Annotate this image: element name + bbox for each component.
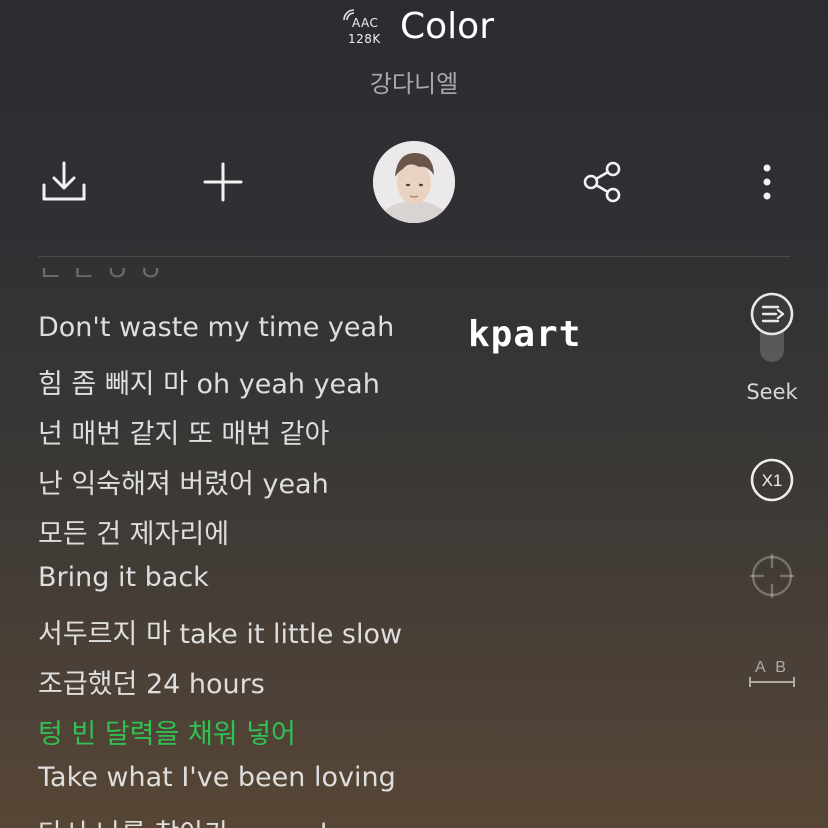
target-lock-button[interactable]: [740, 544, 804, 608]
toolbar-divider: [38, 256, 790, 257]
speed-icon: X1: [750, 458, 794, 502]
add-to-playlist-button[interactable]: [181, 140, 265, 224]
more-vertical-icon: [763, 164, 771, 200]
lyric-line[interactable]: 난 익숙해져 버렸어 yeah: [38, 462, 329, 501]
share-button[interactable]: [560, 140, 644, 224]
playback-speed-button[interactable]: X1: [740, 448, 804, 512]
lyric-line[interactable]: 조급했던 24 hours: [38, 662, 265, 701]
codec-label: AAC: [352, 16, 379, 30]
lyric-line[interactable]: 힘 좀 빼지 마 oh yeah yeah: [38, 362, 380, 401]
lyric-line-current[interactable]: 텅 빈 달력을 채워 넣어: [38, 712, 296, 751]
ab-repeat-icon: A B: [749, 659, 795, 687]
download-button[interactable]: [22, 140, 106, 224]
lyric-line[interactable]: 다시 나를 찾아가 my color: [38, 812, 355, 828]
seek-toggle-button[interactable]: [740, 292, 804, 362]
player-header: AAC 128K Color 강다니엘: [0, 0, 828, 110]
crosshair-icon: [749, 553, 795, 599]
lyric-line[interactable]: Take what I've been loving: [38, 762, 396, 793]
lyric-line[interactable]: 넌 매번 같지 또 매번 같아: [38, 412, 329, 451]
watermark-text: kpart: [468, 314, 582, 355]
speed-label: X1: [762, 471, 783, 490]
download-icon: [42, 161, 86, 201]
lyrics-panel[interactable]: ㄴ ㄷ ㅇ ㅇ Don't waste my time yeah 힘 좀 빼지 …: [38, 268, 738, 828]
lyric-line[interactable]: 서두르지 마 take it little slow: [38, 612, 402, 651]
artist-photo: [373, 141, 455, 223]
bitrate-label: 128K: [348, 32, 381, 46]
seek-label: Seek: [746, 380, 798, 404]
lyric-line[interactable]: 모든 건 제자리에: [38, 512, 229, 551]
lyric-line[interactable]: Bring it back: [38, 562, 209, 593]
seek-scroll-icon: [750, 292, 794, 362]
audio-quality-badge[interactable]: AAC 128K: [342, 6, 392, 46]
ab-repeat-button[interactable]: A B: [740, 640, 804, 704]
share-icon: [583, 161, 621, 203]
more-options-button[interactable]: [725, 140, 809, 224]
plus-icon: [203, 162, 243, 202]
artist-avatar[interactable]: [373, 141, 455, 223]
song-title: Color: [400, 6, 494, 47]
ab-repeat-label: A B: [755, 659, 789, 676]
lyric-line[interactable]: Don't waste my time yeah: [38, 312, 394, 343]
artist-name[interactable]: 강다니엘: [0, 64, 828, 99]
lyric-line-partial: ㄴ ㄷ ㅇ ㅇ: [38, 268, 164, 288]
